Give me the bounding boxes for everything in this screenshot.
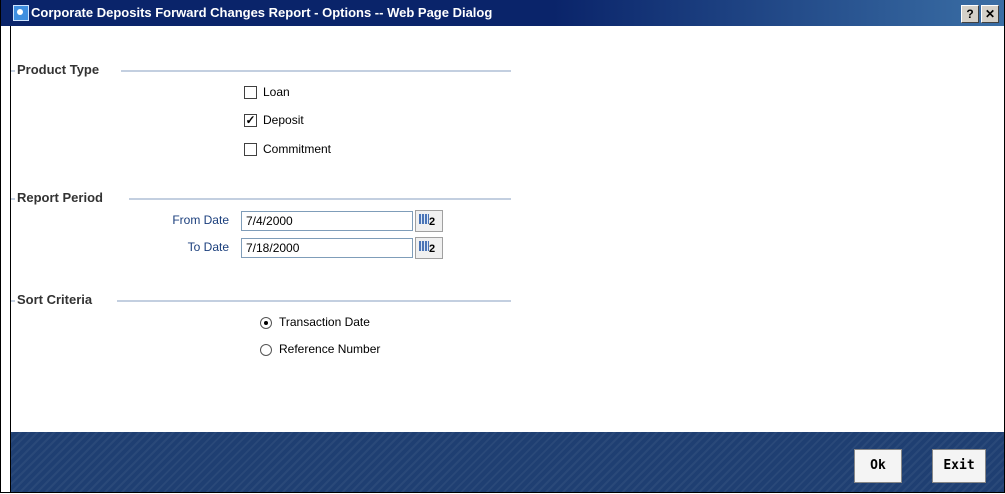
calendar-icon-number: 2 bbox=[429, 216, 436, 228]
product-type-header: Product Type bbox=[11, 62, 511, 78]
calendar-icon-number: 2 bbox=[429, 243, 436, 255]
section-dash bbox=[11, 70, 15, 72]
to-date-calendar-button[interactable]: 2 bbox=[415, 237, 443, 259]
reference-number-radio[interactable] bbox=[260, 344, 272, 356]
to-date-input[interactable] bbox=[241, 238, 413, 258]
section-rule bbox=[117, 300, 511, 302]
sort-criteria-header: Sort Criteria bbox=[11, 292, 511, 308]
title-bar: Corporate Deposits Forward Changes Repor… bbox=[1, 0, 1004, 26]
exit-button[interactable]: Exit bbox=[932, 449, 986, 483]
sort-criteria-heading: Sort Criteria bbox=[17, 292, 97, 307]
window-title: Corporate Deposits Forward Changes Repor… bbox=[31, 5, 493, 20]
ok-button[interactable]: Ok bbox=[854, 449, 902, 483]
loan-label: Loan bbox=[263, 85, 290, 99]
dialog-window: Corporate Deposits Forward Changes Repor… bbox=[0, 0, 1005, 493]
transaction-date-label: Transaction Date bbox=[279, 315, 370, 329]
section-dash bbox=[11, 198, 15, 200]
section-rule bbox=[121, 70, 511, 72]
commitment-label: Commitment bbox=[263, 142, 332, 156]
deposit-label: Deposit bbox=[263, 113, 304, 127]
left-border bbox=[1, 26, 11, 492]
report-period-header: Report Period bbox=[11, 190, 511, 206]
from-date-calendar-button[interactable]: 2 bbox=[415, 210, 443, 232]
from-date-input[interactable] bbox=[241, 211, 413, 231]
help-button[interactable]: ? bbox=[961, 5, 979, 23]
reference-number-label: Reference Number bbox=[279, 342, 381, 356]
to-date-label: To Date bbox=[187, 240, 229, 254]
from-date-label: From Date bbox=[172, 213, 229, 227]
section-dash bbox=[11, 300, 15, 302]
commitment-checkbox[interactable] bbox=[244, 143, 257, 156]
ie-page-icon bbox=[13, 5, 29, 21]
product-type-heading: Product Type bbox=[17, 62, 104, 77]
transaction-date-radio[interactable] bbox=[260, 317, 272, 329]
calendar-icon bbox=[419, 241, 429, 251]
section-rule bbox=[129, 198, 511, 200]
calendar-icon bbox=[419, 214, 429, 224]
close-button[interactable]: ✕ bbox=[981, 5, 999, 23]
report-period-heading: Report Period bbox=[17, 190, 107, 205]
deposit-checkbox[interactable]: ✓ bbox=[244, 114, 257, 127]
loan-checkbox[interactable] bbox=[244, 86, 257, 99]
